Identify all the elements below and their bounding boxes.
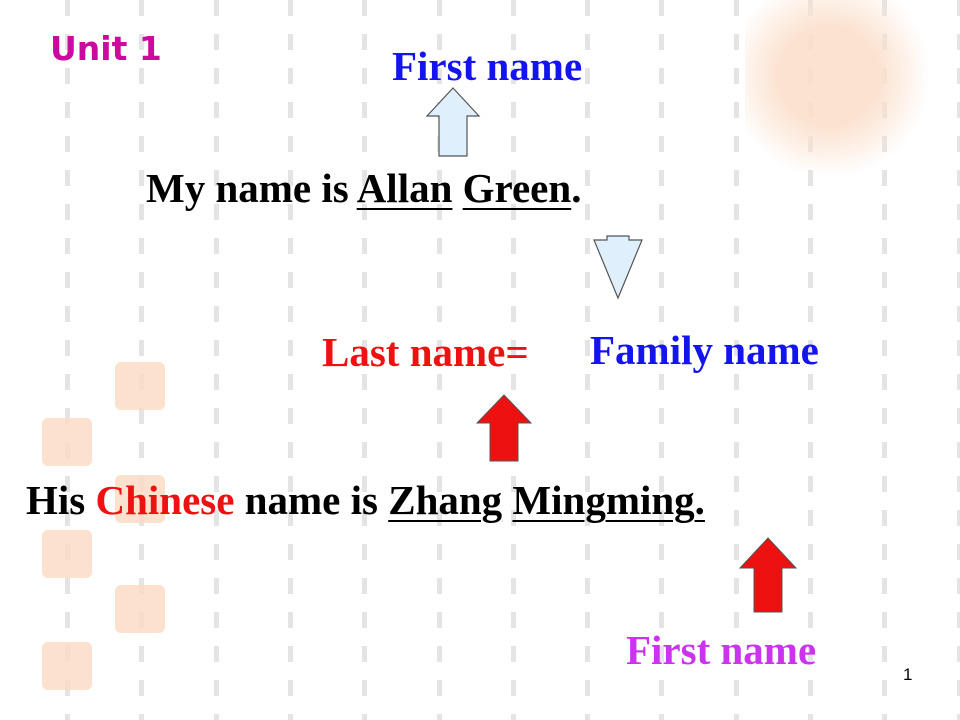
sentence-1-prefix: My name is — [146, 165, 357, 211]
background-dashed-line — [65, 0, 70, 720]
family-name-zhang: Zhang — [388, 477, 503, 523]
arrow-up-red-icon — [475, 394, 533, 462]
page-number: 1 — [903, 665, 913, 684]
arrow-down-light-icon — [593, 235, 643, 300]
unit-title: Unit 1 — [50, 29, 162, 68]
seal-decoration — [115, 362, 165, 410]
seal-decoration — [42, 530, 92, 578]
given-name-mingming: Mingming. — [512, 477, 705, 523]
sentence-2-rest: name is — [234, 477, 389, 523]
background-dashed-line — [287, 0, 293, 720]
chinese-word: Chinese — [95, 477, 235, 523]
sentence-2-his: His — [26, 477, 96, 523]
family-name-label: Family name — [590, 327, 819, 373]
last-name-label: Last name= — [322, 329, 529, 375]
seal-decoration — [42, 642, 92, 690]
last-name-green: Green — [462, 165, 572, 211]
seal-decoration-large — [745, 0, 955, 190]
seal-decoration — [115, 585, 165, 633]
sentence-2: His Chinese name is Zhang Mingming. — [26, 480, 705, 521]
arrow-up-light-icon — [425, 87, 481, 157]
seal-decoration — [42, 418, 92, 466]
period: . — [571, 165, 582, 211]
bottom-first-name-label: First name — [626, 627, 817, 673]
first-name-allan: Allan — [356, 165, 453, 211]
slide: Unit 1 First name My name is Allan Green… — [0, 0, 960, 720]
background-dashed-line — [956, 0, 960, 720]
background-dashed-line — [213, 0, 219, 720]
top-first-name-label: First name — [392, 43, 583, 89]
sentence-1: My name is Allan Green. — [146, 168, 581, 209]
arrow-up-red-icon — [738, 537, 798, 613]
